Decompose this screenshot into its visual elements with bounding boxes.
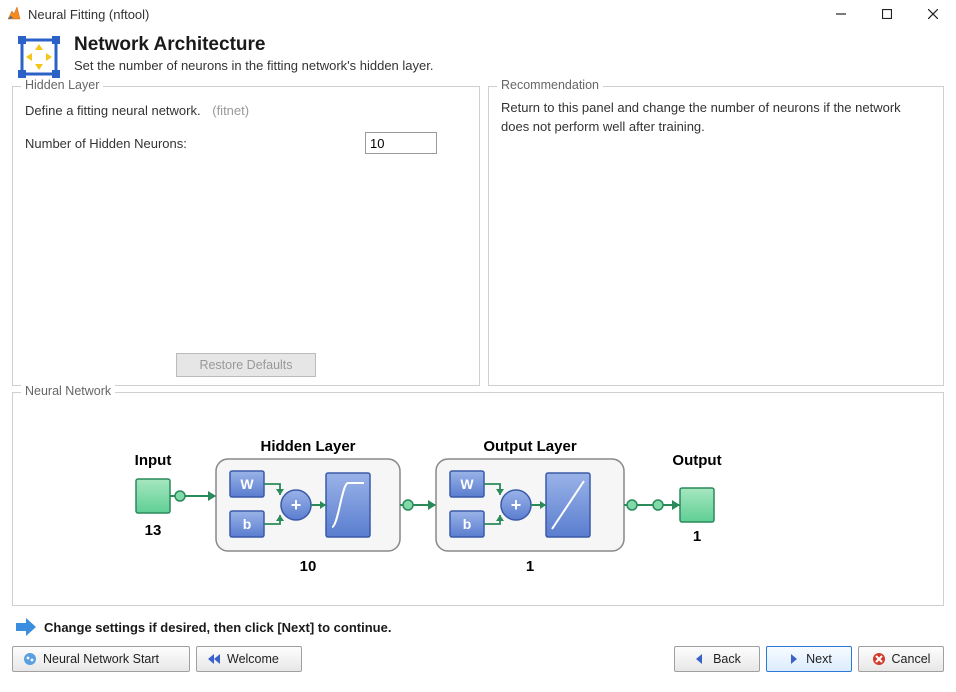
cancel-button[interactable]: Cancel [858,646,944,672]
output-label: Output [672,452,721,469]
neurons-label: Number of Hidden Neurons: [25,136,365,151]
hidden-layer-label: Hidden Layer [260,438,355,455]
neurons-input[interactable] [365,132,437,154]
output-size: 1 [693,528,701,545]
matlab-icon [6,6,22,22]
svg-text:+: + [291,495,302,515]
button-bar: Neural Network Start Welcome Back Next C… [0,642,956,680]
minimize-button[interactable] [818,0,864,28]
brain-icon [23,652,37,666]
svg-text:W: W [460,476,474,492]
cancel-icon [872,652,886,666]
neural-network-panel: Neural Network Input 13 Hidden Layer [12,392,944,606]
output-layer-label: Output Layer [483,438,577,455]
network-diagram: Input 13 Hidden Layer W b + [98,423,858,583]
page-title: Network Architecture [74,34,433,56]
restore-defaults-button: Restore Defaults [176,353,316,377]
recommendation-legend: Recommendation [497,78,603,92]
hidden-layer-legend: Hidden Layer [21,78,103,92]
welcome-button[interactable]: Welcome [196,646,302,672]
hidden-layer-panel: Hidden Layer Define a fitting neural net… [12,86,480,386]
title-bar: Neural Fitting (nftool) [0,0,956,28]
input-label: Input [135,452,172,469]
define-text: Define a fitting neural network. [25,103,201,118]
input-size: 13 [145,522,162,539]
output-block [680,488,714,522]
output-layer-size: 1 [526,558,534,575]
hint-row: Change settings if desired, then click [… [0,606,956,642]
rewind-icon [207,652,221,666]
fitnet-hint: (fitnet) [212,103,249,118]
svg-text:b: b [463,516,472,532]
next-button[interactable]: Next [766,646,852,672]
hidden-size: 10 [300,558,317,575]
back-icon [693,652,707,666]
recommendation-text: Return to this panel and change the numb… [501,99,931,137]
recommendation-panel: Recommendation Return to this panel and … [488,86,944,386]
page-header: Network Architecture Set the number of n… [0,28,956,84]
svg-text:W: W [240,476,254,492]
hint-text: Change settings if desired, then click [… [44,620,391,635]
arrow-right-icon [16,618,36,636]
svg-text:b: b [243,516,252,532]
close-button[interactable] [910,0,956,28]
input-block [136,479,170,513]
next-icon [786,652,800,666]
neural-network-start-button[interactable]: Neural Network Start [12,646,190,672]
page-subtitle: Set the number of neurons in the fitting… [74,58,433,73]
back-button[interactable]: Back [674,646,760,672]
window-title: Neural Fitting (nftool) [28,7,818,22]
neural-network-legend: Neural Network [21,384,115,398]
svg-text:+: + [511,495,522,515]
maximize-button[interactable] [864,0,910,28]
architecture-icon [16,34,62,80]
